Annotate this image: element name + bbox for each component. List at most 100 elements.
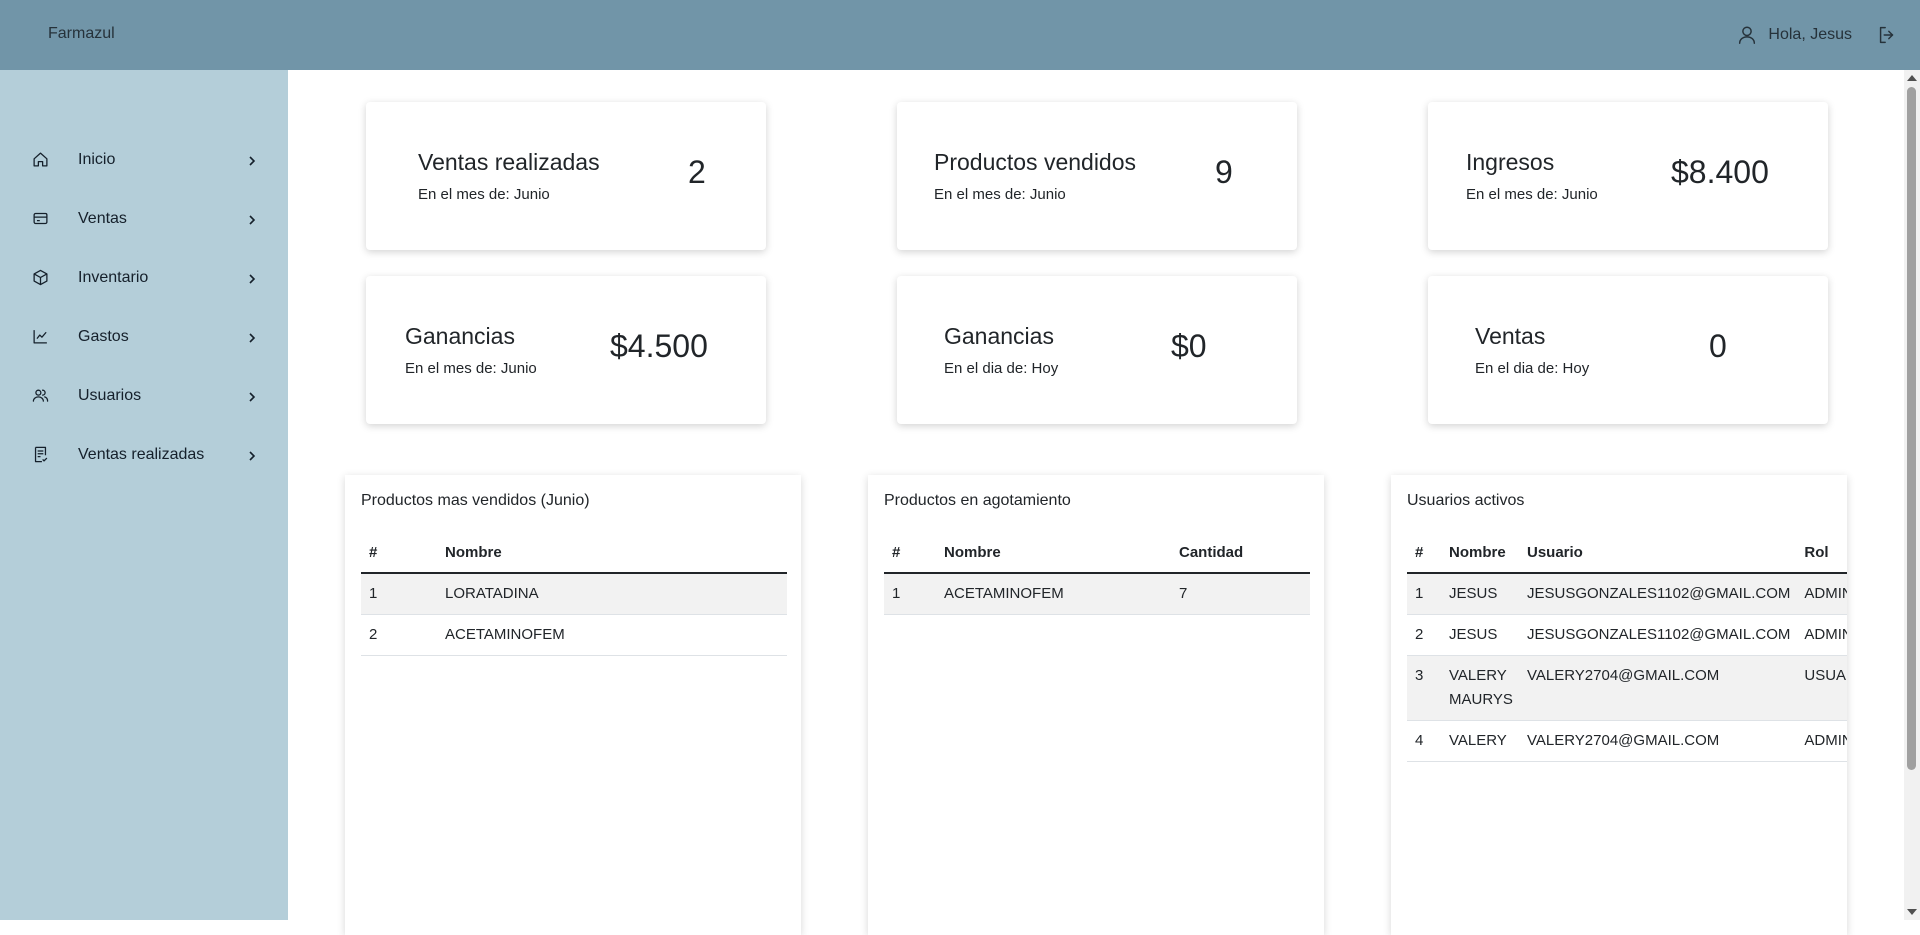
table-cell: 2	[1407, 614, 1441, 656]
user-icon	[1736, 24, 1758, 46]
chart-line-icon	[31, 328, 49, 346]
sidebar-item-label: Usuarios	[78, 386, 142, 404]
column-header: Nombre	[437, 532, 787, 574]
table-cell: 1	[361, 573, 437, 615]
sidebar-item-ventas-realizadas[interactable]: Ventas realizadas	[0, 425, 288, 484]
table-cell: VALERY2704@GMAIL.COM	[1519, 720, 1797, 762]
table-cell: VALERY2704@GMAIL.COM	[1519, 655, 1797, 721]
stat-value: 2	[688, 154, 706, 190]
chevron-right-icon	[246, 154, 258, 166]
stat-card-ganancias-mes: Ganancias En el mes de: Junio $4.500	[366, 276, 766, 424]
chevron-right-icon	[246, 272, 258, 284]
table-cell: 3	[1407, 655, 1441, 721]
brand-name[interactable]: Farmazul	[48, 25, 115, 43]
chevron-right-icon	[246, 390, 258, 402]
panel-title: Productos mas vendidos (Junio)	[361, 492, 590, 509]
column-header: #	[361, 532, 437, 574]
table-header-row: # Nombre Cantidad	[884, 532, 1310, 574]
table-cell: ACETAMINOFEM	[936, 573, 1171, 615]
stat-title: Ingresos	[1466, 149, 1555, 175]
table-cell: ACETAMINOFEM	[437, 614, 787, 656]
scroll-down-arrow-icon[interactable]	[1907, 909, 1917, 915]
panel-low-stock: Productos en agotamiento # Nombre Cantid…	[868, 475, 1324, 935]
table-row[interactable]: 1 LORATADINA	[361, 573, 787, 615]
sidebar-item-inicio[interactable]: Inicio	[0, 130, 288, 189]
table-header-row: # Nombre	[361, 532, 787, 574]
table-cell: 1	[1407, 573, 1441, 615]
user-area: Hola, Jesus	[1736, 0, 1898, 70]
top-products-table: # Nombre 1 LORATADINA 2 ACETAMINOFEM	[361, 532, 787, 656]
chevron-right-icon	[246, 331, 258, 343]
sidebar-nav: Inicio Ventas Inventario Gastos Usuarios…	[0, 130, 288, 484]
table-row[interactable]: 4 VALERY VALERY2704@GMAIL.COM ADMIN	[1407, 720, 1847, 762]
column-header: Rol	[1796, 532, 1847, 574]
vertical-scrollbar[interactable]	[1904, 70, 1920, 920]
stat-title: Ganancias	[405, 323, 515, 349]
stat-subtitle: En el dia de: Hoy	[1475, 360, 1590, 377]
scroll-up-arrow-icon[interactable]	[1907, 75, 1917, 81]
table-cell: JESUS	[1441, 573, 1519, 615]
panel-title: Usuarios activos	[1407, 492, 1525, 509]
sidebar-item-usuarios[interactable]: Usuarios	[0, 366, 288, 425]
scrollbar-thumb[interactable]	[1907, 87, 1916, 770]
panel-active-users: Usuarios activos # Nombre Usuario Rol 1 …	[1391, 475, 1847, 935]
main-content: Ventas realizadas En el mes de: Junio 2 …	[288, 70, 1920, 935]
table-cell: USUARIO	[1796, 655, 1847, 721]
table-cell: ADMIN	[1796, 573, 1847, 615]
column-header: Nombre	[1441, 532, 1519, 574]
box-icon	[31, 269, 49, 287]
user-greeting[interactable]: Hola, Jesus	[1768, 26, 1852, 44]
low-stock-table: # Nombre Cantidad 1 ACETAMINOFEM 7	[884, 532, 1310, 615]
table-cell: 7	[1171, 573, 1310, 615]
column-header: Usuario	[1519, 532, 1797, 574]
sidebar-item-ventas[interactable]: Ventas	[0, 189, 288, 248]
stat-value: $8.400	[1671, 154, 1769, 190]
sidebar-item-gastos[interactable]: Gastos	[0, 307, 288, 366]
stat-card-ventas-dia: Ventas En el dia de: Hoy 0	[1428, 276, 1828, 424]
logout-icon[interactable]	[1876, 24, 1898, 46]
sidebar-item-label: Inventario	[78, 268, 149, 286]
sidebar-item-inventario[interactable]: Inventario	[0, 248, 288, 307]
stat-subtitle: En el mes de: Junio	[418, 186, 550, 203]
table-cell: 4	[1407, 720, 1441, 762]
column-header: #	[884, 532, 936, 574]
table-row[interactable]: 1 ACETAMINOFEM 7	[884, 573, 1310, 615]
table-cell: ADMIN	[1796, 614, 1847, 656]
panel-title: Productos en agotamiento	[884, 492, 1071, 509]
receipt-icon	[31, 446, 49, 464]
table-row[interactable]: 2 JESUS JESUSGONZALES1102@GMAIL.COM ADMI…	[1407, 614, 1847, 656]
table-cell: LORATADINA	[437, 573, 787, 615]
table-cell: 1	[884, 573, 936, 615]
table-cell: JESUSGONZALES1102@GMAIL.COM	[1519, 573, 1797, 615]
top-bar: Farmazul Hola, Jesus	[0, 0, 1920, 70]
sidebar-item-label: Ventas realizadas	[78, 445, 205, 463]
users-icon	[31, 387, 49, 405]
sidebar-item-label: Inicio	[78, 150, 116, 168]
column-header: Cantidad	[1171, 532, 1310, 574]
stat-subtitle: En el mes de: Junio	[934, 186, 1066, 203]
stat-subtitle: En el dia de: Hoy	[944, 360, 1059, 377]
sidebar: Inicio Ventas Inventario Gastos Usuarios…	[0, 70, 288, 920]
sidebar-item-label: Ventas	[78, 209, 127, 227]
stat-title: Productos vendidos	[934, 149, 1137, 175]
chevron-right-icon	[246, 449, 258, 461]
stat-card-ventas-realizadas: Ventas realizadas En el mes de: Junio 2	[366, 102, 766, 250]
table-row[interactable]: 1 JESUS JESUSGONZALES1102@GMAIL.COM ADMI…	[1407, 573, 1847, 615]
table-header-row: # Nombre Usuario Rol	[1407, 532, 1847, 574]
stat-card-ingresos: Ingresos En el mes de: Junio $8.400	[1428, 102, 1828, 250]
stat-value: $4.500	[610, 328, 708, 364]
table-row[interactable]: 3 VALERY MAURYS VALERY2704@GMAIL.COM USU…	[1407, 655, 1847, 721]
table-cell: 2	[361, 614, 437, 656]
table-row[interactable]: 2 ACETAMINOFEM	[361, 614, 787, 656]
active-users-table: # Nombre Usuario Rol 1 JESUS JESUSGONZAL…	[1407, 532, 1847, 762]
column-header: #	[1407, 532, 1441, 574]
stat-subtitle: En el mes de: Junio	[1466, 186, 1598, 203]
panel-top-products: Productos mas vendidos (Junio) # Nombre …	[345, 475, 801, 935]
stat-title: Ganancias	[944, 323, 1054, 349]
stat-subtitle: En el mes de: Junio	[405, 360, 537, 377]
home-icon	[31, 151, 49, 169]
table-cell: ADMIN	[1796, 720, 1847, 762]
column-header: Nombre	[936, 532, 1171, 574]
sidebar-item-label: Gastos	[78, 327, 129, 345]
stat-title: Ventas realizadas	[418, 149, 600, 175]
